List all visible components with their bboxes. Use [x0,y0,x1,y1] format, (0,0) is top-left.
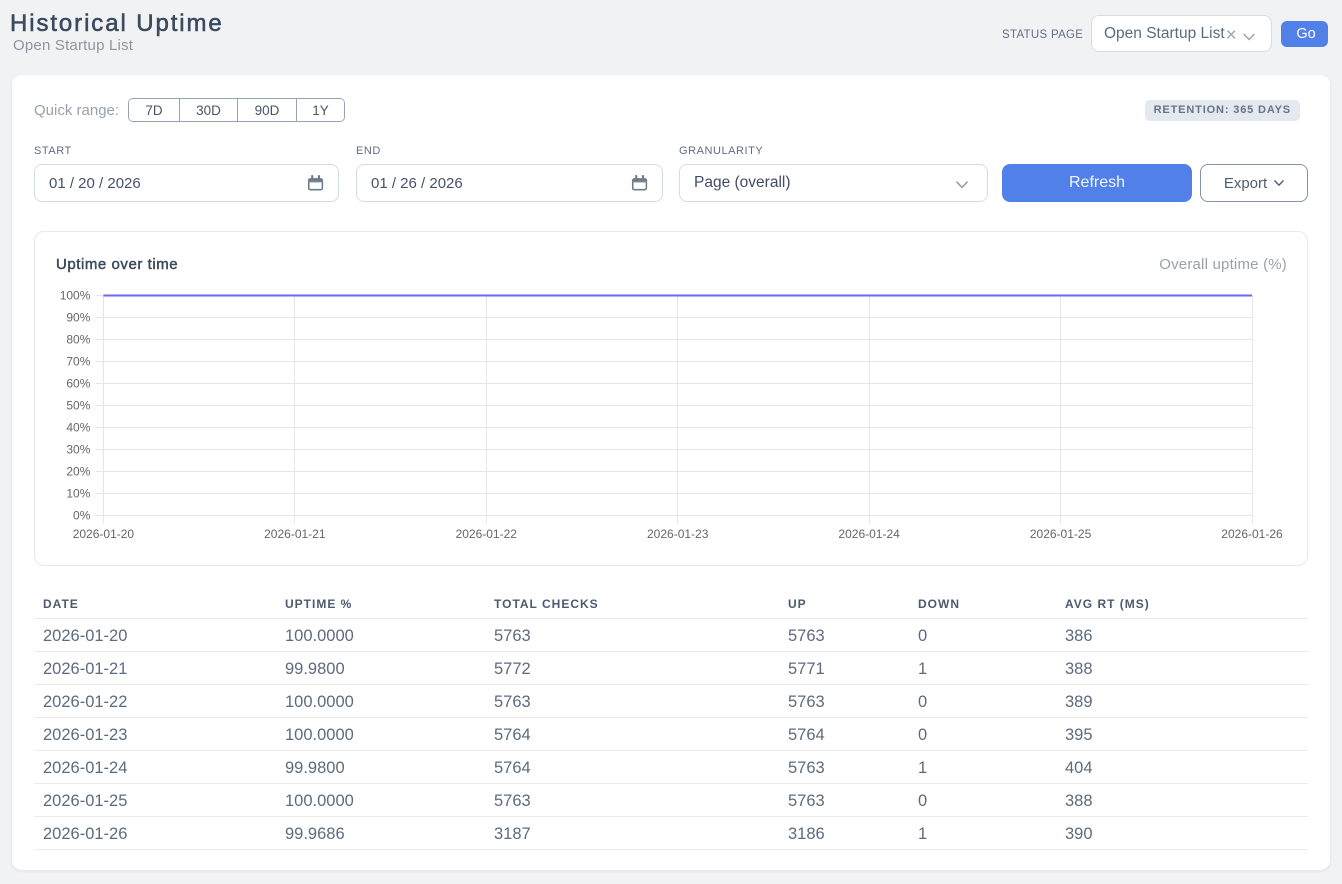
svg-text:2026-01-22: 2026-01-22 [456,527,518,541]
svg-text:60%: 60% [66,377,90,391]
svg-text:2026-01-23: 2026-01-23 [647,527,709,541]
svg-text:2026-01-21: 2026-01-21 [264,527,326,541]
svg-text:30%: 30% [66,443,90,457]
svg-text:80%: 80% [66,333,90,347]
svg-text:100%: 100% [60,289,91,303]
svg-text:50%: 50% [66,399,90,413]
svg-text:0%: 0% [73,509,91,523]
svg-text:2026-01-24: 2026-01-24 [838,527,900,541]
svg-text:2026-01-20: 2026-01-20 [73,527,135,541]
svg-text:2026-01-26: 2026-01-26 [1221,527,1283,541]
svg-text:90%: 90% [66,311,90,325]
svg-text:2026-01-25: 2026-01-25 [1030,527,1092,541]
svg-text:70%: 70% [66,355,90,369]
svg-text:10%: 10% [66,487,90,501]
svg-text:20%: 20% [66,465,90,479]
svg-text:40%: 40% [66,421,90,435]
